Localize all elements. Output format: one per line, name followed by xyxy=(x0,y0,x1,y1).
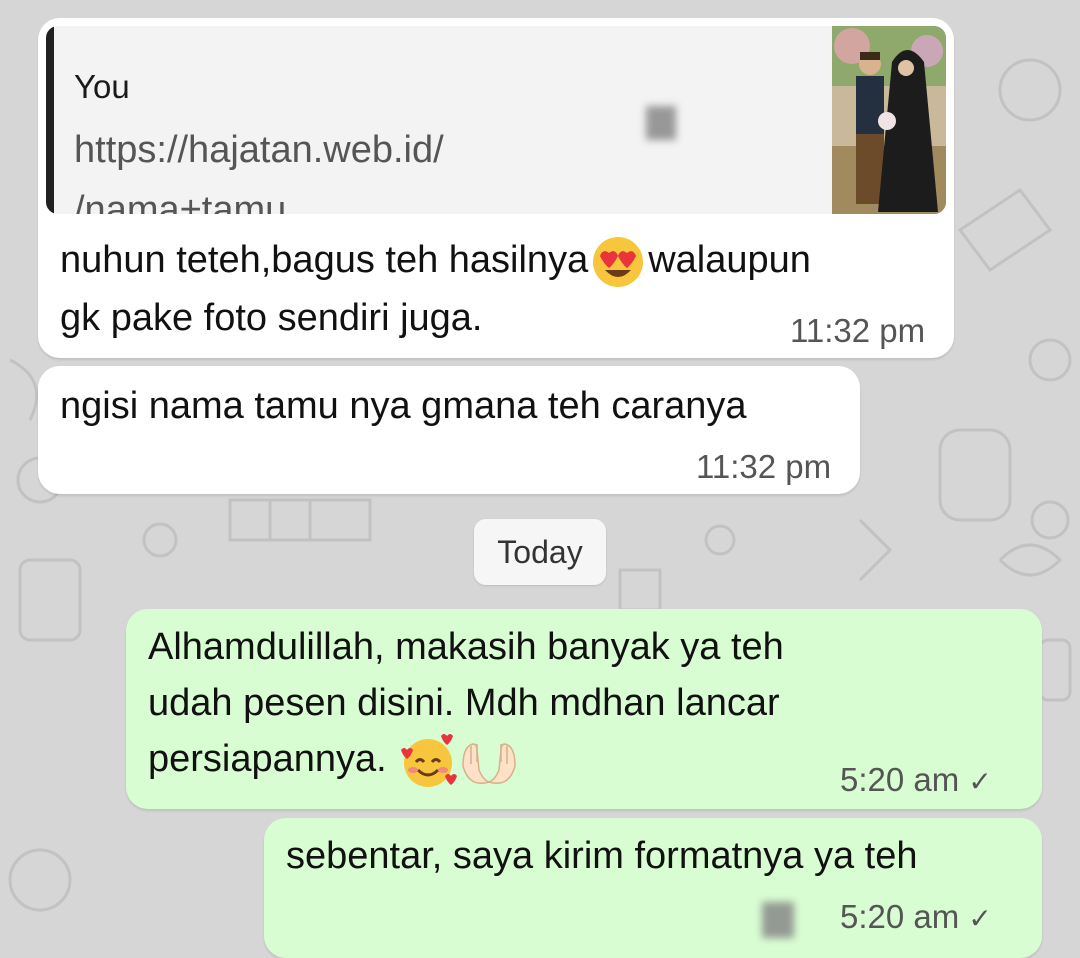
quoted-link-text: https://hajatan.web.id/ /nama+tamu xyxy=(74,120,444,214)
message-line-continued: walaupun xyxy=(648,239,811,281)
redacted-blur xyxy=(646,106,676,140)
message-text: sebentar, saya kirim formatnya ya teh xyxy=(286,835,918,877)
quoted-author: You xyxy=(74,68,130,105)
message-line: udah pesen disini. Mdh mdhan lancar xyxy=(148,682,780,724)
incoming-message-bubble[interactable]: ngisi nama tamu nya gmana teh caranya 11… xyxy=(38,366,860,494)
incoming-message-bubble[interactable]: You https://hajatan.web.id/ /nama+tamu n… xyxy=(38,18,954,358)
message-time: 5:20 am ✓ xyxy=(840,898,992,936)
quoted-link-line1: https://hajatan.web.id/ xyxy=(74,129,444,171)
message-time-text: 5:20 am xyxy=(840,761,960,798)
link-preview-thumbnail[interactable] xyxy=(832,26,946,214)
palms-up-together-emoji xyxy=(462,743,517,784)
date-divider: Today xyxy=(474,519,606,585)
message-time: 5:20 am ✓ xyxy=(840,761,992,799)
message-line: nuhun teteh,bagus teh hasilnya xyxy=(60,239,589,281)
check-icon: ✓ xyxy=(968,766,992,797)
smiling-face-with-hearts-emoji xyxy=(401,733,458,787)
outgoing-message-bubble[interactable]: sebentar, saya kirim formatnya ya teh 5:… xyxy=(264,818,1042,958)
message-text: ngisi nama tamu nya gmana teh caranya xyxy=(60,385,747,427)
quoted-reply[interactable]: You https://hajatan.web.id/ /nama+tamu xyxy=(46,26,946,214)
redacted-blur xyxy=(762,902,794,938)
message-time-text: 5:20 am xyxy=(840,898,960,935)
heart-eyes-emoji xyxy=(593,236,644,287)
outgoing-message-bubble[interactable]: Alhamdulillah, makasih banyak ya teh uda… xyxy=(126,609,1042,809)
quoted-link-line2: /nama+tamu xyxy=(74,189,287,214)
message-line: persiapannya. xyxy=(148,738,387,780)
check-icon: ✓ xyxy=(968,903,992,934)
quote-accent-bar xyxy=(46,26,54,214)
message-time: 11:32 pm xyxy=(696,448,832,485)
message-line: Alhamdulillah, makasih banyak ya teh xyxy=(148,626,784,668)
message-time: 11:32 pm xyxy=(790,312,926,349)
